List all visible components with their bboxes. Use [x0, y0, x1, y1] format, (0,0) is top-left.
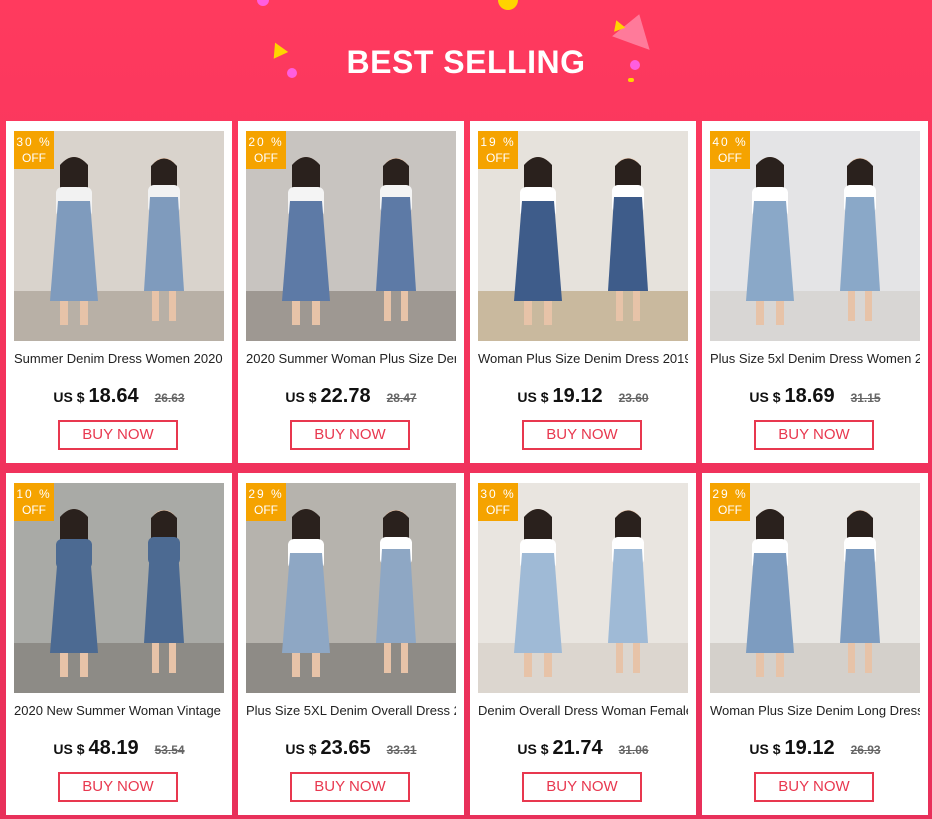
discount-badge: 40 % OFF — [710, 131, 750, 169]
discount-badge: 20 % OFF — [246, 131, 286, 169]
product-name[interactable]: Woman Plus Size Denim Dress 2019 Sundres… — [478, 350, 688, 368]
product-card[interactable]: 29 % OFF Woman Plus Size Denim Long Dres… — [702, 473, 928, 815]
currency-label: US $ — [285, 389, 317, 405]
discount-off-label: OFF — [22, 503, 46, 517]
product-card[interactable]: 19 % OFF Woman Plus Size Denim Dress 201… — [470, 121, 696, 463]
banner-header: BEST SELLING — [0, 0, 932, 120]
price-row: US $18.69 31.15 — [702, 385, 928, 408]
discount-off-label: OFF — [718, 151, 742, 165]
original-price: 31.15 — [850, 391, 881, 405]
original-price: 31.06 — [618, 743, 649, 757]
price-row: US $19.12 23.60 — [470, 385, 696, 408]
current-price: 22.78 — [320, 385, 371, 407]
currency-label: US $ — [53, 389, 85, 405]
product-name[interactable]: Plus Size 5xl Denim Dress Women 2020 Sum… — [710, 350, 920, 368]
discount-percent: 40 % — [712, 135, 748, 149]
product-grid: 30 % OFF Summer Denim Dress Women 2020 N… — [6, 121, 928, 815]
buy-now-button[interactable]: BUY NOW — [754, 772, 874, 802]
discount-badge: 10 % OFF — [14, 483, 54, 521]
confetti-dot-icon — [257, 0, 269, 6]
discount-off-label: OFF — [22, 151, 46, 165]
product-name[interactable]: 2020 New Summer Woman Vintage Loose Deni… — [14, 702, 224, 720]
price-row: US $19.12 26.93 — [702, 737, 928, 760]
buy-now-button[interactable]: BUY NOW — [522, 420, 642, 450]
current-price: 18.69 — [784, 385, 835, 407]
original-price: 23.60 — [618, 391, 649, 405]
discount-percent: 29 % — [712, 487, 748, 501]
current-price: 19.12 — [784, 737, 835, 759]
price-row: US $21.74 31.06 — [470, 737, 696, 760]
buy-now-button[interactable]: BUY NOW — [290, 772, 410, 802]
product-card[interactable]: 10 % OFF 2020 New Summer Woman Vintage L… — [6, 473, 232, 815]
product-name[interactable]: Summer Denim Dress Women 2020 New Korean… — [14, 350, 224, 368]
current-price: 23.65 — [320, 737, 371, 759]
currency-label: US $ — [749, 389, 781, 405]
product-name[interactable]: Plus Size 5XL Denim Overall Dress 2020 S… — [246, 702, 456, 720]
discount-percent: 19 % — [480, 135, 516, 149]
buy-now-button[interactable]: BUY NOW — [522, 772, 642, 802]
current-price: 19.12 — [552, 385, 603, 407]
currency-label: US $ — [517, 389, 549, 405]
discount-badge: 30 % OFF — [14, 131, 54, 169]
discount-percent: 10 % — [16, 487, 52, 501]
discount-percent: 29 % — [248, 487, 284, 501]
page-title: BEST SELLING — [346, 44, 586, 80]
product-card[interactable]: 30 % OFF Summer Denim Dress Women 2020 N… — [6, 121, 232, 463]
currency-label: US $ — [285, 741, 317, 757]
product-card[interactable]: 40 % OFF Plus Size 5xl Denim Dress Women… — [702, 121, 928, 463]
discount-off-label: OFF — [254, 151, 278, 165]
current-price: 48.19 — [88, 737, 139, 759]
product-card[interactable]: 20 % OFF 2020 Summer Woman Plus Size Den… — [238, 121, 464, 463]
price-row: US $23.65 33.31 — [238, 737, 464, 760]
original-price: 33.31 — [386, 743, 417, 757]
discount-percent: 30 % — [16, 135, 52, 149]
discount-percent: 30 % — [480, 487, 516, 501]
price-row: US $18.64 26.63 — [6, 385, 232, 408]
product-card[interactable]: 29 % OFF Plus Size 5XL Denim Overall Dre… — [238, 473, 464, 815]
confetti-ribbon-icon — [498, 0, 518, 10]
buy-now-button[interactable]: BUY NOW — [58, 420, 178, 450]
current-price: 18.64 — [88, 385, 139, 407]
buy-now-button[interactable]: BUY NOW — [58, 772, 178, 802]
currency-label: US $ — [749, 741, 781, 757]
discount-badge: 29 % OFF — [710, 483, 750, 521]
discount-percent: 20 % — [248, 135, 284, 149]
discount-badge: 19 % OFF — [478, 131, 518, 169]
product-name[interactable]: 2020 Summer Woman Plus Size Denim Dress … — [246, 350, 456, 368]
discount-off-label: OFF — [718, 503, 742, 517]
currency-label: US $ — [53, 741, 85, 757]
current-price: 21.74 — [552, 737, 603, 759]
product-name[interactable]: Woman Plus Size Denim Long Dress 2019 Ne… — [710, 702, 920, 720]
discount-off-label: OFF — [486, 151, 510, 165]
discount-off-label: OFF — [254, 503, 278, 517]
original-price: 28.47 — [386, 391, 417, 405]
discount-badge: 30 % OFF — [478, 483, 518, 521]
price-row: US $48.19 53.54 — [6, 737, 232, 760]
buy-now-button[interactable]: BUY NOW — [754, 420, 874, 450]
original-price: 26.93 — [850, 743, 881, 757]
original-price: 53.54 — [154, 743, 185, 757]
price-row: US $22.78 28.47 — [238, 385, 464, 408]
product-card[interactable]: 30 % OFF Denim Overall Dress Woman Femal… — [470, 473, 696, 815]
discount-off-label: OFF — [486, 503, 510, 517]
product-name[interactable]: Denim Overall Dress Woman Female 2020 Su… — [478, 702, 688, 720]
original-price: 26.63 — [154, 391, 185, 405]
buy-now-button[interactable]: BUY NOW — [290, 420, 410, 450]
discount-badge: 29 % OFF — [246, 483, 286, 521]
currency-label: US $ — [517, 741, 549, 757]
